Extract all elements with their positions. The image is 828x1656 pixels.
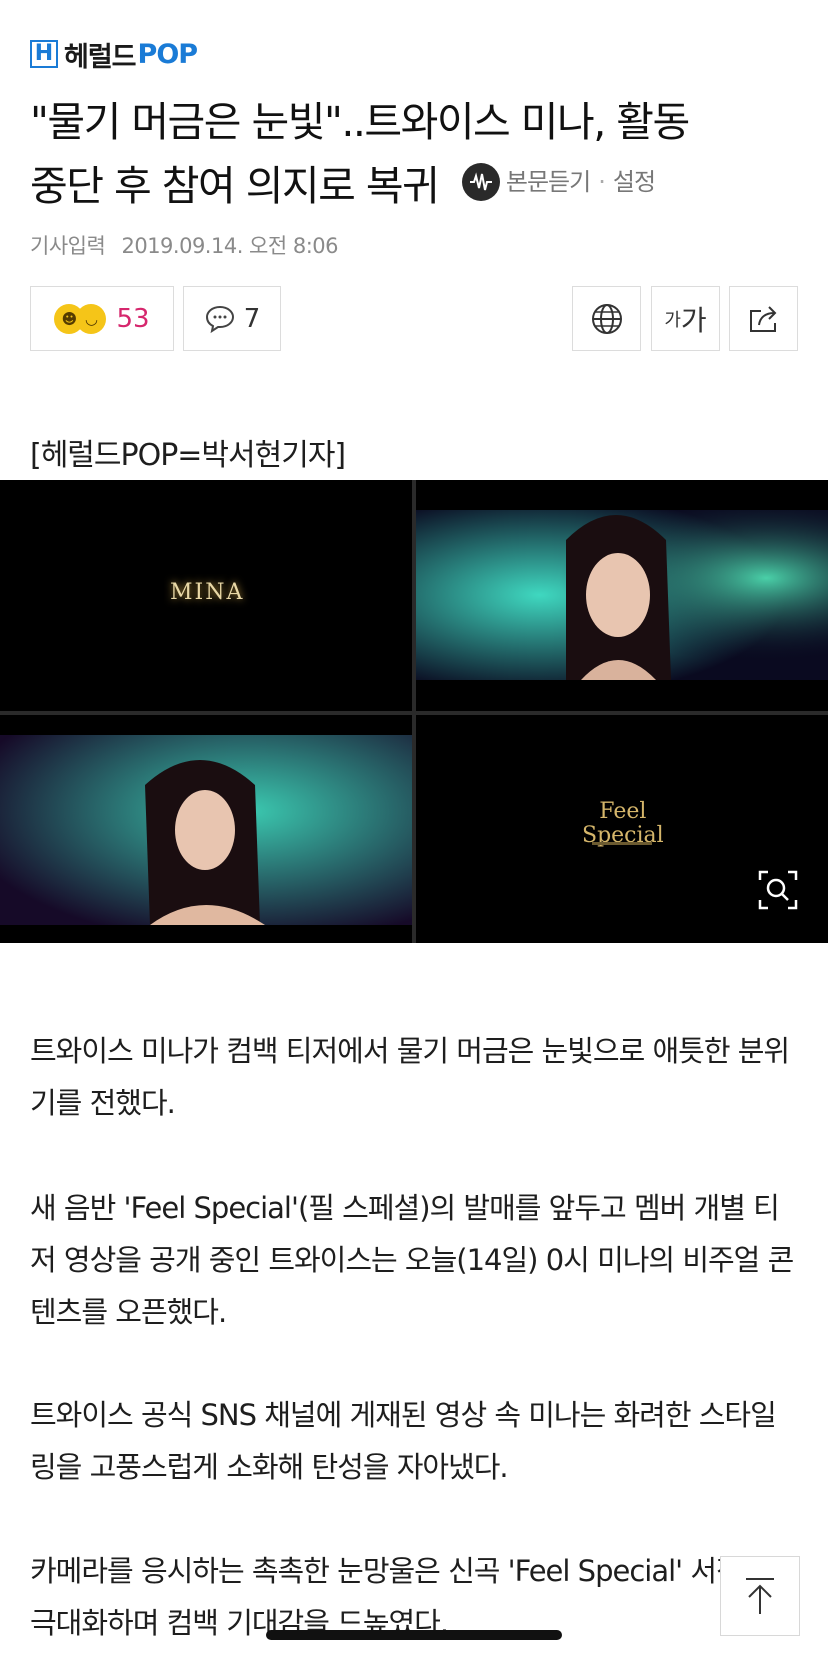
panel-title-text: MINA: [170, 580, 245, 605]
meta-label: 기사입력: [30, 234, 106, 258]
logo-text-en: POP: [137, 38, 199, 70]
separator-dot: ·: [598, 168, 606, 196]
photo-divider-horizontal: [0, 711, 828, 715]
article-title: "물기 머금은 눈빛"..트와이스 미나, 활동 중단 후 참여 의지로 복귀 …: [30, 92, 800, 216]
album-title-text: Feel Special: [582, 800, 664, 848]
logo-text-ko: 헤럴드: [64, 41, 137, 73]
settings-button[interactable]: 설정: [613, 152, 656, 212]
album-subtitle-bar: [592, 842, 652, 845]
magnify-icon[interactable]: [758, 870, 798, 910]
speaker-wave-icon[interactable]: [461, 163, 500, 201]
article-photo[interactable]: MINA Feel Special: [0, 480, 828, 943]
font-size-button[interactable]: 가 가: [651, 286, 720, 351]
photo-panel-portrait-1: [416, 480, 828, 711]
scroll-to-top-button[interactable]: [720, 1556, 800, 1636]
translate-button[interactable]: [572, 286, 641, 351]
sad-emoji-icon: ◡: [76, 303, 107, 334]
title-line-2: 중단 후 참여 의지로 복귀: [30, 162, 440, 210]
comment-button[interactable]: 7: [183, 286, 281, 351]
listen-button[interactable]: 본문듣기: [506, 152, 591, 212]
album-title-line-1: Feel: [599, 799, 647, 824]
site-logo[interactable]: H 헤럴드 POP: [30, 38, 199, 73]
home-indicator[interactable]: [266, 1630, 562, 1640]
speech-bubble-icon: [205, 305, 234, 333]
reaction-button[interactable]: ☻ ◡ 53: [30, 286, 174, 351]
share-button[interactable]: [729, 286, 798, 351]
reaction-count: 53: [116, 303, 150, 334]
title-line-1: "물기 머금은 눈빛"..트와이스 미나, 활동: [30, 98, 690, 146]
herald-h-icon: H: [30, 40, 58, 68]
arrow-up-icon: [746, 1578, 774, 1614]
paragraph-3: 트와이스 공식 SNS 채널에 게재된 영상 속 미나는 화려한 스타일링을 고…: [30, 1398, 777, 1484]
share-icon: [749, 305, 776, 332]
photo-panel-portrait-2: [0, 715, 412, 943]
comment-count: 7: [243, 303, 261, 334]
font-small-label: 가: [664, 309, 681, 331]
byline: [헤럴드POP=박서현기자]: [30, 438, 346, 473]
font-big-label: 가: [680, 303, 707, 337]
paragraph-1: 트와이스 미나가 컴백 티저에서 물기 머금은 눈빛으로 애틋한 분위기를 전했…: [30, 1034, 790, 1120]
globe-icon: [591, 303, 622, 334]
paragraph-2: 새 음반 'Feel Special'(필 스페셜)의 발매를 앞두고 멤버 개…: [30, 1191, 794, 1329]
article-meta: 기사입력 2019.09.14. 오전 8:06: [30, 230, 339, 260]
meta-date: 2019.09.14. 오전 8:06: [121, 234, 339, 258]
photo-panel-title: MINA: [0, 480, 412, 711]
